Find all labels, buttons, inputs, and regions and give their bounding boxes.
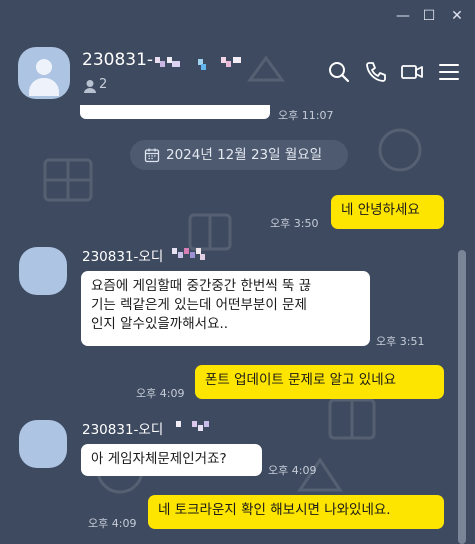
sender-avatar[interactable] [19,247,67,295]
menu-icon[interactable] [437,60,461,84]
message-text-line: 인지 알수있을까해서요.. [91,316,229,332]
message-text: 아 게임자체문제인거죠? [91,451,227,467]
sender-name-redacted [170,419,210,435]
message-text: 폰트 업데이트 문제로 알고 있네요 [205,372,397,388]
chat-scrollbar[interactable] [458,250,466,544]
close-button[interactable]: ✕ [446,6,468,26]
chat-title-redacted [151,55,251,71]
chat-avatar[interactable] [18,47,70,99]
message-time: 오후 4:09 [268,464,317,477]
sender-name: 230831-오디 [82,422,164,438]
my-message-bubble[interactable]: 네 토크라운지 확인 해보시면 나와있네요. [148,495,444,529]
minimize-button[interactable]: — [392,6,414,26]
chat-title-text: 230831- [82,50,154,70]
prior-message-bubble [80,105,270,119]
my-message-bubble[interactable]: 네 안녕하세요 [331,195,444,229]
their-message-bubble[interactable]: 요즘에 게임할때 중간중간 한번씩 뚝 끊 기는 렉같은게 있는데 어떤부분이 … [81,271,370,346]
message-time: 오후 4:09 [88,517,137,530]
chat-title: 230831- [82,50,153,70]
maximize-button[interactable]: ☐ [418,6,440,26]
date-divider: 2024년 12월 23일 월요일 [130,140,348,170]
calendar-icon [144,148,160,163]
message-text: 네 안녕하세요 [341,202,420,218]
video-icon[interactable] [400,60,424,84]
message-text: 네 토크라운지 확인 해보시면 나와있네요. [158,502,391,518]
message-text-line: 요즘에 게임할때 중간중간 한번씩 뚝 끊 [91,278,312,294]
call-icon[interactable] [364,60,388,84]
date-divider-label: 2024년 12월 23일 월요일 [166,147,323,163]
prior-message-time: 오후 11:07 [278,109,334,122]
member-count: 2 [99,77,108,92]
message-time: 오후 3:51 [376,335,425,348]
members-icon [84,80,96,93]
sender-name: 230831-오디 [82,249,164,265]
sender-name-redacted [170,246,210,262]
my-message-bubble[interactable]: 폰트 업데이트 문제로 알고 있네요 [195,365,444,399]
message-time: 오후 4:09 [136,387,185,400]
message-text-line: 기는 렉같은게 있는데 어떤부분이 문제 [91,297,307,313]
their-message-bubble[interactable]: 아 게임자체문제인거죠? [81,444,262,476]
message-time: 오후 3:50 [270,217,319,230]
search-icon[interactable] [327,60,351,84]
sender-avatar[interactable] [19,420,67,468]
